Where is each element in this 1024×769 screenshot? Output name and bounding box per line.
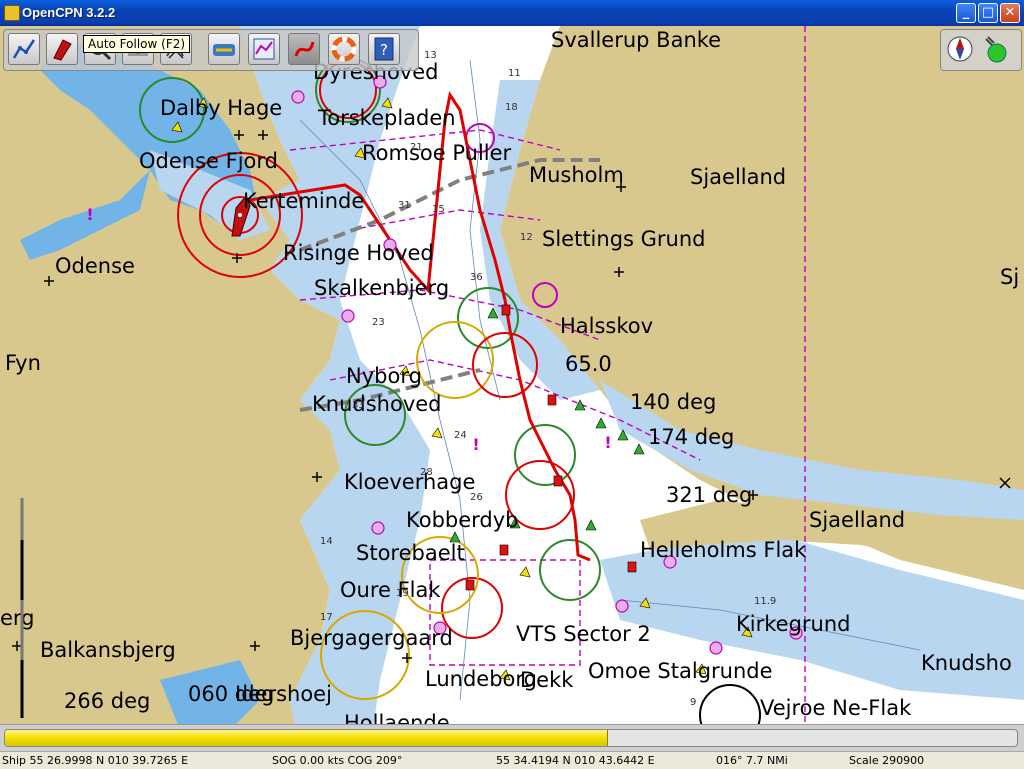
close-icon: ✕ [1004,5,1016,20]
chart-canvas[interactable]: !!! Svallerup Banke Dyreshoved Dalby Hag… [0,26,1024,751]
auto-follow-button[interactable] [46,33,78,65]
auto-follow-icon [53,39,72,61]
depth-sounding: 26 [470,492,483,503]
nautical-chart[interactable]: !!! Svallerup Banke Dyreshoved Dalby Hag… [0,26,1024,751]
place-label: Omoe Stalgrunde [588,659,773,683]
chart-bar[interactable] [4,729,1018,747]
status-ship-position: Ship 55 26.9998 N 010 39.7265 E [2,754,189,767]
toolbar-tooltip: Auto Follow (F2) [83,35,191,53]
depth-sounding: 23 [372,317,385,328]
place-label: erg [0,606,35,630]
depth-sounding: 18 [505,102,518,113]
place-label: Kerteminde [243,189,364,213]
place-label: Sjaelland [809,508,905,532]
place-label: Fyn [5,351,41,375]
help-button[interactable]: ? [368,33,400,65]
track-icon [294,41,315,57]
route-icon [12,39,36,59]
place-label: Dalby Hage [160,96,282,120]
settings-button[interactable] [208,33,240,65]
place-label: Romsoe Puller [362,141,512,165]
place-label: Helleholms Flak [640,538,807,562]
chart-bar-panel [0,724,1024,752]
depth-sounding: 17 [320,612,333,623]
gps-status-icon [985,36,1007,63]
place-label: Torskepladen [317,106,456,130]
place-label: Vejroe Ne-Flak [760,696,912,720]
bearing-label: 174 deg [648,425,734,449]
man-overboard-button[interactable] [328,33,360,65]
depth-sounding: 33 [352,400,365,411]
maximize-button[interactable]: □ [978,3,998,23]
main-toolbar: ? [3,29,419,71]
bearing-label: 321 deg [666,483,752,507]
close-button[interactable]: ✕ [1000,3,1020,23]
place-label: Storebaelt [356,541,465,565]
place-label: Nyborg [346,364,422,388]
depth-sounding: 36 [470,272,483,283]
place-label: Risinge Hoved [283,241,434,265]
place-label: Svallerup Banke [551,28,721,52]
maximize-icon: □ [981,5,995,20]
place-label: Skalkenbjerg [314,276,449,300]
place-label: Odense [55,254,135,278]
window-title: OpenCPN 3.2.2 [22,5,116,20]
svg-text:!: ! [472,435,479,454]
misc-label: 060 deg [188,682,274,706]
place-label: Sj [1000,265,1019,289]
status-sog-cog: SOG 0.00 kts COG 209° [272,754,403,767]
depth-sounding: 11 [508,68,521,79]
route-button[interactable] [8,33,40,65]
depth-sounding: 28 [420,467,433,478]
place-label: Sjaelland [690,165,786,189]
status-bearing-range: 016° 7.7 NMi [716,754,788,767]
chart-button[interactable] [248,33,280,65]
place-label: Kloeverhage [344,470,475,494]
status-scale: Scale 290900 [849,754,925,767]
place-label: Slettings Grund [542,227,706,251]
chart-bar-fill [5,730,609,746]
place-label: Bjergagergaard [290,626,453,650]
place-label: Kirkegrund [736,612,851,636]
svg-text:!: ! [604,433,611,452]
place-label: Kobberdyb [406,508,519,532]
status-bar: Ship 55 26.9998 N 010 39.7265 E SOG 0.00… [0,751,1024,769]
svg-text:?: ? [380,41,388,59]
svg-text:!: ! [86,205,93,224]
help-icon: ? [374,37,394,61]
place-label: Knudshoved [312,392,442,416]
depth-sounding: 21 [410,142,423,153]
chart-icon [253,38,275,60]
depth-sounding: 12 [520,232,533,243]
place-label: Dekk [520,668,574,692]
depth-sounding: 24 [454,430,467,441]
minimize-icon: _ [962,5,970,20]
depth-sounding: 31 [398,200,411,211]
depth-sounding: 19 [396,588,409,599]
place-label: Balkansbjerg [40,638,176,662]
bearing-label: 140 deg [630,390,716,414]
place-label: Musholm [529,163,624,187]
depth-sounding: 13 [424,50,437,61]
man-overboard-icon [331,36,357,62]
title-bar[interactable]: OpenCPN 3.2.2 _ □ ✕ [0,0,1024,26]
depth-sounding: 15 [432,204,445,215]
depth-sounding: 11.9 [754,596,776,607]
place-label: VTS Sector 2 [516,622,651,646]
depth-sounding: 9 [690,697,696,708]
track-button[interactable] [288,33,320,65]
settings-icon [213,44,235,56]
depth-sounding: 14 [320,536,333,547]
place-label: Odense Fjord [139,149,278,173]
opencpn-app-icon [4,5,20,21]
place-label: Oure Flak [340,578,441,602]
compass-widget[interactable] [940,29,1022,71]
status-cursor-position: 55 34.4194 N 010 43.6442 E [496,754,655,767]
minimize-button[interactable]: _ [956,3,976,23]
place-label: Knudsho [921,651,1012,675]
misc-label: 266 deg [64,689,150,713]
bearing-label: 65.0 [565,352,612,376]
place-label: Halsskov [560,314,653,338]
